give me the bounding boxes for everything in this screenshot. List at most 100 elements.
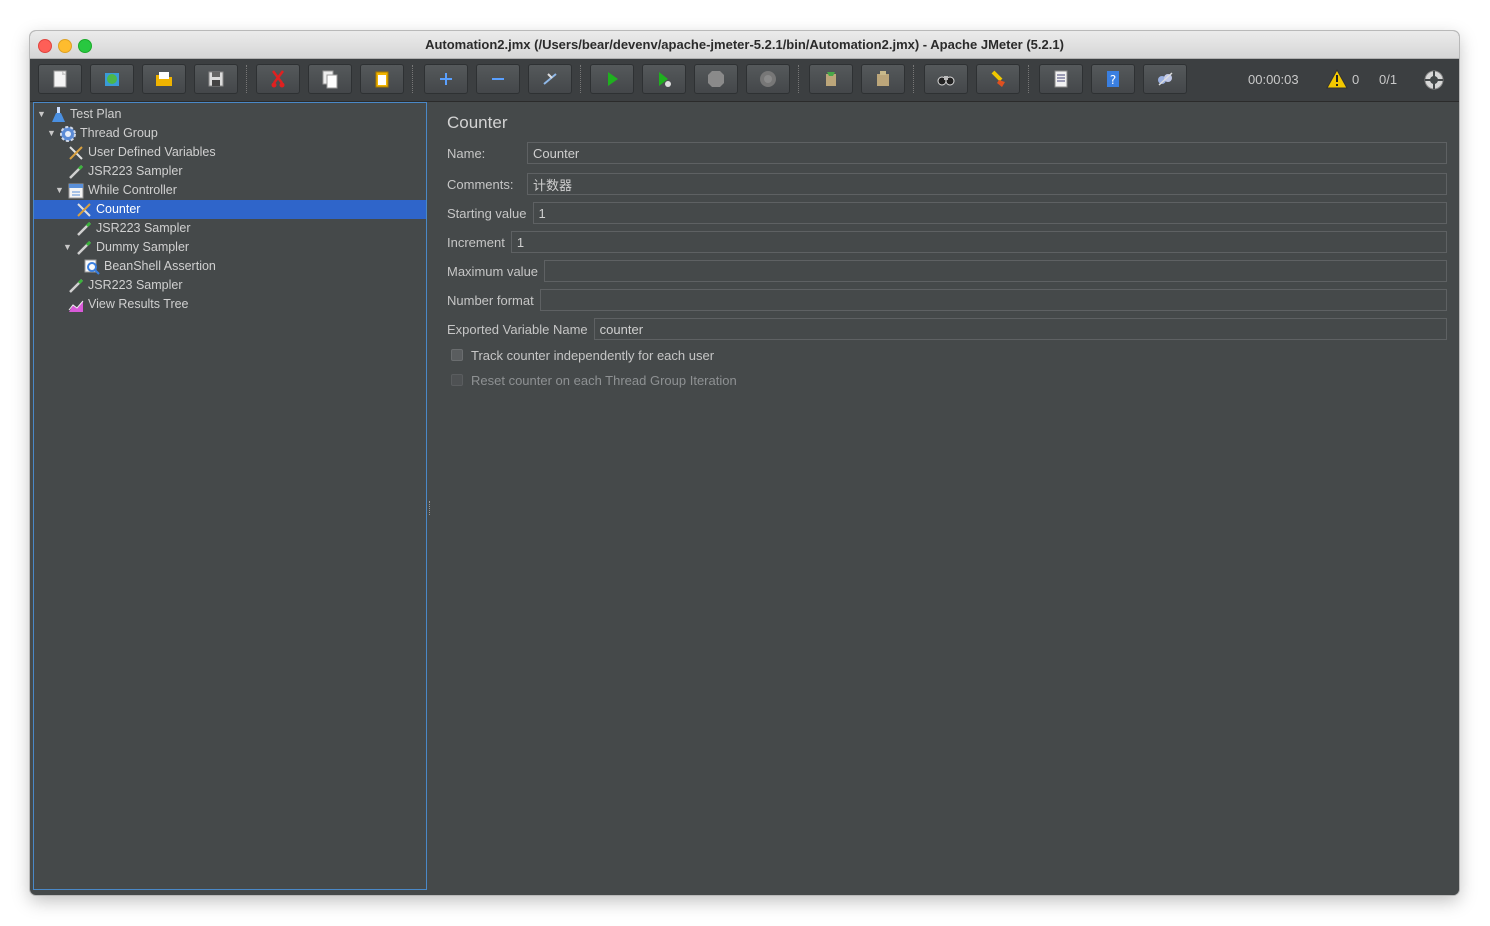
tree-item-user-defined-variables[interactable]: User Defined Variables — [67, 143, 216, 162]
clear-icon — [826, 72, 836, 86]
tree-item-test-plan[interactable]: ▼ Test Plan — [37, 105, 121, 124]
number-format-input[interactable] — [539, 289, 1447, 311]
reset-search-icon — [991, 70, 1005, 87]
gear-icon — [59, 125, 77, 143]
warning-icon[interactable] — [1326, 69, 1348, 89]
tree-item-thread-group[interactable]: ▼ Thread Group — [47, 124, 158, 143]
collapse-all-button[interactable] — [476, 64, 520, 94]
expand-all-icon — [440, 73, 452, 85]
active-threads: 0/1 — [1379, 72, 1398, 87]
number-format-label: Number format — [447, 292, 534, 308]
magnifier-icon — [83, 258, 101, 276]
starting-value-row: Starting value — [447, 201, 1447, 225]
function-helper-icon — [1054, 70, 1068, 88]
toggle-icon — [543, 73, 557, 85]
exported-variable-name-input[interactable] — [593, 318, 1447, 340]
reset-search-button[interactable] — [976, 64, 1020, 94]
track-counter-checkbox[interactable]: Track counter independently for each use… — [451, 346, 714, 364]
tree-item-label: JSR223 Sampler — [96, 221, 191, 235]
pipette-icon — [67, 163, 85, 181]
name-row: Name: — [447, 141, 1447, 165]
paste-icon — [375, 71, 389, 88]
clear-all-button[interactable] — [861, 64, 905, 94]
new-button[interactable] — [38, 64, 82, 94]
expand-arrow-icon[interactable]: ▼ — [47, 124, 59, 143]
warning-count: 0 — [1352, 72, 1360, 87]
open-icon — [156, 72, 172, 86]
start-no-pauses-button[interactable] — [642, 64, 686, 94]
tree-item-label: Thread Group — [80, 126, 158, 140]
tools-icon — [67, 144, 85, 162]
track-counter-label: Track counter independently for each use… — [471, 347, 715, 363]
help-button[interactable]: ? — [1091, 64, 1135, 94]
expand-arrow-icon[interactable]: ▼ — [63, 238, 75, 257]
function-helper-button[interactable] — [1039, 64, 1083, 94]
help-icon: ? — [1107, 71, 1119, 87]
number-format-row: Number format — [447, 288, 1447, 312]
start-icon — [608, 72, 618, 86]
tools-icon — [75, 201, 93, 219]
search-icon — [937, 76, 955, 86]
comments-input[interactable] — [527, 173, 1447, 195]
test-plan-tree[interactable]: ▼ Test Plan ▼ Thread Group User Defined … — [33, 102, 427, 890]
copy-button[interactable] — [308, 64, 352, 94]
collapse-all-icon — [492, 78, 504, 80]
tree-item-dummy-sampler[interactable]: ▼ Dummy Sampler — [63, 238, 189, 257]
shutdown-icon — [760, 71, 776, 87]
stop-icon — [708, 71, 724, 87]
start-button[interactable] — [590, 64, 634, 94]
paste-button[interactable] — [360, 64, 404, 94]
start-no-pauses-icon — [659, 72, 671, 87]
expand-arrow-icon[interactable]: ▼ — [37, 105, 49, 124]
exported-variable-name-row: Exported Variable Name — [447, 317, 1447, 341]
shutdown-button[interactable] — [746, 64, 790, 94]
open-button[interactable] — [142, 64, 186, 94]
starting-value-label: Starting value — [447, 205, 527, 221]
cut-icon — [271, 70, 285, 88]
tree-item-jsr223-sampler[interactable]: JSR223 Sampler — [75, 219, 191, 238]
tree-item-jsr223-sampler[interactable]: JSR223 Sampler — [67, 276, 183, 295]
pipette-icon — [67, 277, 85, 295]
starting-value-input[interactable] — [532, 202, 1447, 224]
expand-arrow-icon[interactable]: ▼ — [55, 181, 67, 200]
clear-all-icon — [877, 71, 889, 86]
stop-button[interactable] — [694, 64, 738, 94]
maximum-value-row: Maximum value — [447, 259, 1447, 283]
tree-item-label: View Results Tree — [88, 297, 189, 311]
tree-item-while-controller[interactable]: ▼ While Controller — [55, 181, 177, 200]
tree-item-label: JSR223 Sampler — [88, 164, 183, 178]
templates-button[interactable] — [90, 64, 134, 94]
maximum-value-input[interactable] — [544, 260, 1447, 282]
increment-row: Increment — [447, 230, 1447, 254]
name-label: Name: — [447, 145, 486, 161]
tree-item-jsr223-sampler[interactable]: JSR223 Sampler — [67, 162, 183, 181]
new-icon — [53, 70, 67, 88]
exported-variable-name-label: Exported Variable Name — [447, 321, 588, 337]
clear-button[interactable] — [809, 64, 853, 94]
comments-label: Comments: — [447, 176, 514, 192]
tree-item-beanshell-assertion[interactable]: BeanShell Assertion — [83, 257, 216, 276]
toolbar: ? 00:00:03 0 0/1 — [30, 59, 1459, 102]
cut-button[interactable] — [256, 64, 300, 94]
increment-input[interactable] — [510, 231, 1447, 253]
tree-item-label: JSR223 Sampler — [88, 278, 183, 292]
elapsed-timer: 00:00:03 — [1248, 72, 1299, 87]
increment-label: Increment — [447, 234, 505, 250]
tree-item-label: Test Plan — [70, 107, 122, 121]
search-button[interactable] — [924, 64, 968, 94]
remote-button[interactable] — [1143, 64, 1187, 94]
jmeter-window: Automation2.jmx (/Users/bear/devenv/apac… — [30, 31, 1459, 895]
expand-all-button[interactable] — [424, 64, 468, 94]
remote-icon — [1158, 72, 1173, 86]
toggle-button[interactable] — [528, 64, 572, 94]
save-button[interactable] — [194, 64, 238, 94]
tree-item-counter[interactable]: Counter — [34, 200, 426, 219]
tree-item-label: User Defined Variables — [88, 145, 216, 159]
tree-item-label: Counter — [96, 202, 141, 216]
name-input[interactable] — [527, 142, 1447, 164]
remote-start-icon[interactable] — [1423, 69, 1445, 91]
checkbox-box[interactable] — [451, 349, 463, 361]
svg-text:?: ? — [1110, 73, 1116, 87]
tree-item-view-results-tree[interactable]: View Results Tree — [67, 295, 189, 314]
save-icon — [208, 71, 224, 87]
